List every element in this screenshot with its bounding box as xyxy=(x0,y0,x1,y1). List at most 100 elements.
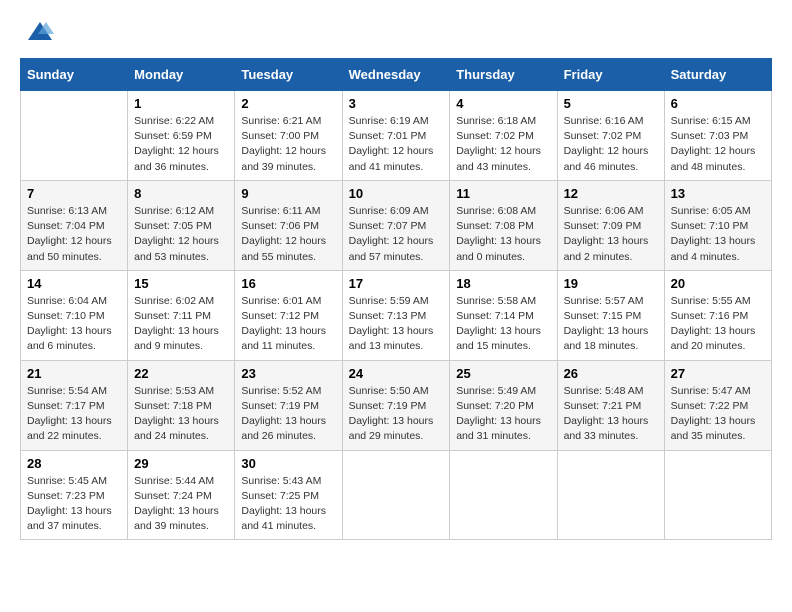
header-row: SundayMondayTuesdayWednesdayThursdayFrid… xyxy=(21,59,772,91)
day-number: 3 xyxy=(349,96,444,111)
day-info: Sunrise: 6:01 AMSunset: 7:12 PMDaylight:… xyxy=(241,294,335,355)
header-cell-tuesday: Tuesday xyxy=(235,59,342,91)
header-cell-thursday: Thursday xyxy=(450,59,557,91)
day-cell: 3 Sunrise: 6:19 AMSunset: 7:01 PMDaylight… xyxy=(342,91,450,181)
day-number: 4 xyxy=(456,96,550,111)
day-number: 30 xyxy=(241,456,335,471)
day-cell xyxy=(557,450,664,540)
day-number: 24 xyxy=(349,366,444,381)
logo-icon xyxy=(26,20,54,42)
day-number: 23 xyxy=(241,366,335,381)
day-number: 27 xyxy=(671,366,765,381)
day-cell: 14 Sunrise: 6:04 AMSunset: 7:10 PMDayligh… xyxy=(21,270,128,360)
header-cell-wednesday: Wednesday xyxy=(342,59,450,91)
day-cell: 13 Sunrise: 6:05 AMSunset: 7:10 PMDayligh… xyxy=(664,180,771,270)
day-cell xyxy=(664,450,771,540)
day-info: Sunrise: 6:09 AMSunset: 7:07 PMDaylight:… xyxy=(349,204,444,265)
day-info: Sunrise: 6:21 AMSunset: 7:00 PMDaylight:… xyxy=(241,114,335,175)
day-number: 11 xyxy=(456,186,550,201)
day-number: 17 xyxy=(349,276,444,291)
day-number: 26 xyxy=(564,366,658,381)
day-cell: 29 Sunrise: 5:44 AMSunset: 7:24 PMDayligh… xyxy=(128,450,235,540)
day-number: 2 xyxy=(241,96,335,111)
week-row-3: 14 Sunrise: 6:04 AMSunset: 7:10 PMDayligh… xyxy=(21,270,772,360)
day-info: Sunrise: 6:18 AMSunset: 7:02 PMDaylight:… xyxy=(456,114,550,175)
day-cell: 23 Sunrise: 5:52 AMSunset: 7:19 PMDayligh… xyxy=(235,360,342,450)
header-cell-monday: Monday xyxy=(128,59,235,91)
day-cell: 20Sunrise: 5:55 AMSunset: 7:16 PMDayligh… xyxy=(664,270,771,360)
week-row-1: 1 Sunrise: 6:22 AMSunset: 6:59 PMDaylight… xyxy=(21,91,772,181)
day-cell: 30Sunrise: 5:43 AMSunset: 7:25 PMDayligh… xyxy=(235,450,342,540)
day-number: 19 xyxy=(564,276,658,291)
day-cell: 5 Sunrise: 6:16 AMSunset: 7:02 PMDaylight… xyxy=(557,91,664,181)
day-cell: 16Sunrise: 6:01 AMSunset: 7:12 PMDayligh… xyxy=(235,270,342,360)
day-cell: 12 Sunrise: 6:06 AMSunset: 7:09 PMDayligh… xyxy=(557,180,664,270)
day-info: Sunrise: 5:57 AMSunset: 7:15 PMDaylight:… xyxy=(564,294,658,355)
day-info: Sunrise: 5:45 AMSunset: 7:23 PMDaylight:… xyxy=(27,474,121,535)
week-row-5: 28 Sunrise: 5:45 AMSunset: 7:23 PMDayligh… xyxy=(21,450,772,540)
day-info: Sunrise: 6:13 AMSunset: 7:04 PMDaylight:… xyxy=(27,204,121,265)
day-number: 28 xyxy=(27,456,121,471)
day-cell: 7 Sunrise: 6:13 AMSunset: 7:04 PMDaylight… xyxy=(21,180,128,270)
day-cell: 24Sunrise: 5:50 AMSunset: 7:19 PMDayligh… xyxy=(342,360,450,450)
day-cell: 18 Sunrise: 5:58 AMSunset: 7:14 PMDayligh… xyxy=(450,270,557,360)
day-number: 29 xyxy=(134,456,228,471)
day-info: Sunrise: 6:02 AMSunset: 7:11 PMDaylight:… xyxy=(134,294,228,355)
day-cell: 27 Sunrise: 5:47 AMSunset: 7:22 PMDayligh… xyxy=(664,360,771,450)
day-info: Sunrise: 5:44 AMSunset: 7:24 PMDaylight:… xyxy=(134,474,228,535)
day-number: 25 xyxy=(456,366,550,381)
day-info: Sunrise: 6:11 AMSunset: 7:06 PMDaylight:… xyxy=(241,204,335,265)
day-cell: 21 Sunrise: 5:54 AMSunset: 7:17 PMDayligh… xyxy=(21,360,128,450)
page-header xyxy=(20,20,772,42)
day-number: 1 xyxy=(134,96,228,111)
day-number: 21 xyxy=(27,366,121,381)
day-info: Sunrise: 5:59 AMSunset: 7:13 PMDaylight:… xyxy=(349,294,444,355)
header-cell-friday: Friday xyxy=(557,59,664,91)
day-info: Sunrise: 5:47 AMSunset: 7:22 PMDaylight:… xyxy=(671,384,765,445)
day-number: 9 xyxy=(241,186,335,201)
day-cell: 17 Sunrise: 5:59 AMSunset: 7:13 PMDayligh… xyxy=(342,270,450,360)
day-cell: 25 Sunrise: 5:49 AMSunset: 7:20 PMDayligh… xyxy=(450,360,557,450)
day-number: 5 xyxy=(564,96,658,111)
day-cell: 4 Sunrise: 6:18 AMSunset: 7:02 PMDaylight… xyxy=(450,91,557,181)
day-info: Sunrise: 6:19 AMSunset: 7:01 PMDaylight:… xyxy=(349,114,444,175)
day-number: 8 xyxy=(134,186,228,201)
day-cell: 11Sunrise: 6:08 AMSunset: 7:08 PMDayligh… xyxy=(450,180,557,270)
day-info: Sunrise: 6:05 AMSunset: 7:10 PMDaylight:… xyxy=(671,204,765,265)
day-info: Sunrise: 6:22 AMSunset: 6:59 PMDaylight:… xyxy=(134,114,228,175)
day-number: 14 xyxy=(27,276,121,291)
day-number: 7 xyxy=(27,186,121,201)
day-cell: 28 Sunrise: 5:45 AMSunset: 7:23 PMDayligh… xyxy=(21,450,128,540)
day-cell: 26 Sunrise: 5:48 AMSunset: 7:21 PMDayligh… xyxy=(557,360,664,450)
day-info: Sunrise: 5:49 AMSunset: 7:20 PMDaylight:… xyxy=(456,384,550,445)
week-row-2: 7 Sunrise: 6:13 AMSunset: 7:04 PMDaylight… xyxy=(21,180,772,270)
day-info: Sunrise: 5:54 AMSunset: 7:17 PMDaylight:… xyxy=(27,384,121,445)
day-info: Sunrise: 6:12 AMSunset: 7:05 PMDaylight:… xyxy=(134,204,228,265)
day-number: 20 xyxy=(671,276,765,291)
header-cell-saturday: Saturday xyxy=(664,59,771,91)
day-cell: 6 Sunrise: 6:15 AMSunset: 7:03 PMDaylight… xyxy=(664,91,771,181)
day-info: Sunrise: 6:04 AMSunset: 7:10 PMDaylight:… xyxy=(27,294,121,355)
day-cell xyxy=(342,450,450,540)
calendar-table: SundayMondayTuesdayWednesdayThursdayFrid… xyxy=(20,58,772,540)
day-cell: 10Sunrise: 6:09 AMSunset: 7:07 PMDayligh… xyxy=(342,180,450,270)
day-info: Sunrise: 6:06 AMSunset: 7:09 PMDaylight:… xyxy=(564,204,658,265)
day-info: Sunrise: 5:48 AMSunset: 7:21 PMDaylight:… xyxy=(564,384,658,445)
day-number: 13 xyxy=(671,186,765,201)
day-number: 22 xyxy=(134,366,228,381)
day-number: 15 xyxy=(134,276,228,291)
day-info: Sunrise: 6:15 AMSunset: 7:03 PMDaylight:… xyxy=(671,114,765,175)
day-number: 12 xyxy=(564,186,658,201)
day-cell: 22 Sunrise: 5:53 AMSunset: 7:18 PMDayligh… xyxy=(128,360,235,450)
day-cell: 1 Sunrise: 6:22 AMSunset: 6:59 PMDaylight… xyxy=(128,91,235,181)
day-info: Sunrise: 5:53 AMSunset: 7:18 PMDaylight:… xyxy=(134,384,228,445)
day-info: Sunrise: 6:16 AMSunset: 7:02 PMDaylight:… xyxy=(564,114,658,175)
day-number: 18 xyxy=(456,276,550,291)
day-cell xyxy=(450,450,557,540)
day-cell: 9 Sunrise: 6:11 AMSunset: 7:06 PMDaylight… xyxy=(235,180,342,270)
day-number: 6 xyxy=(671,96,765,111)
header-cell-sunday: Sunday xyxy=(21,59,128,91)
logo xyxy=(20,20,58,42)
day-info: Sunrise: 5:58 AMSunset: 7:14 PMDaylight:… xyxy=(456,294,550,355)
day-info: Sunrise: 5:52 AMSunset: 7:19 PMDaylight:… xyxy=(241,384,335,445)
